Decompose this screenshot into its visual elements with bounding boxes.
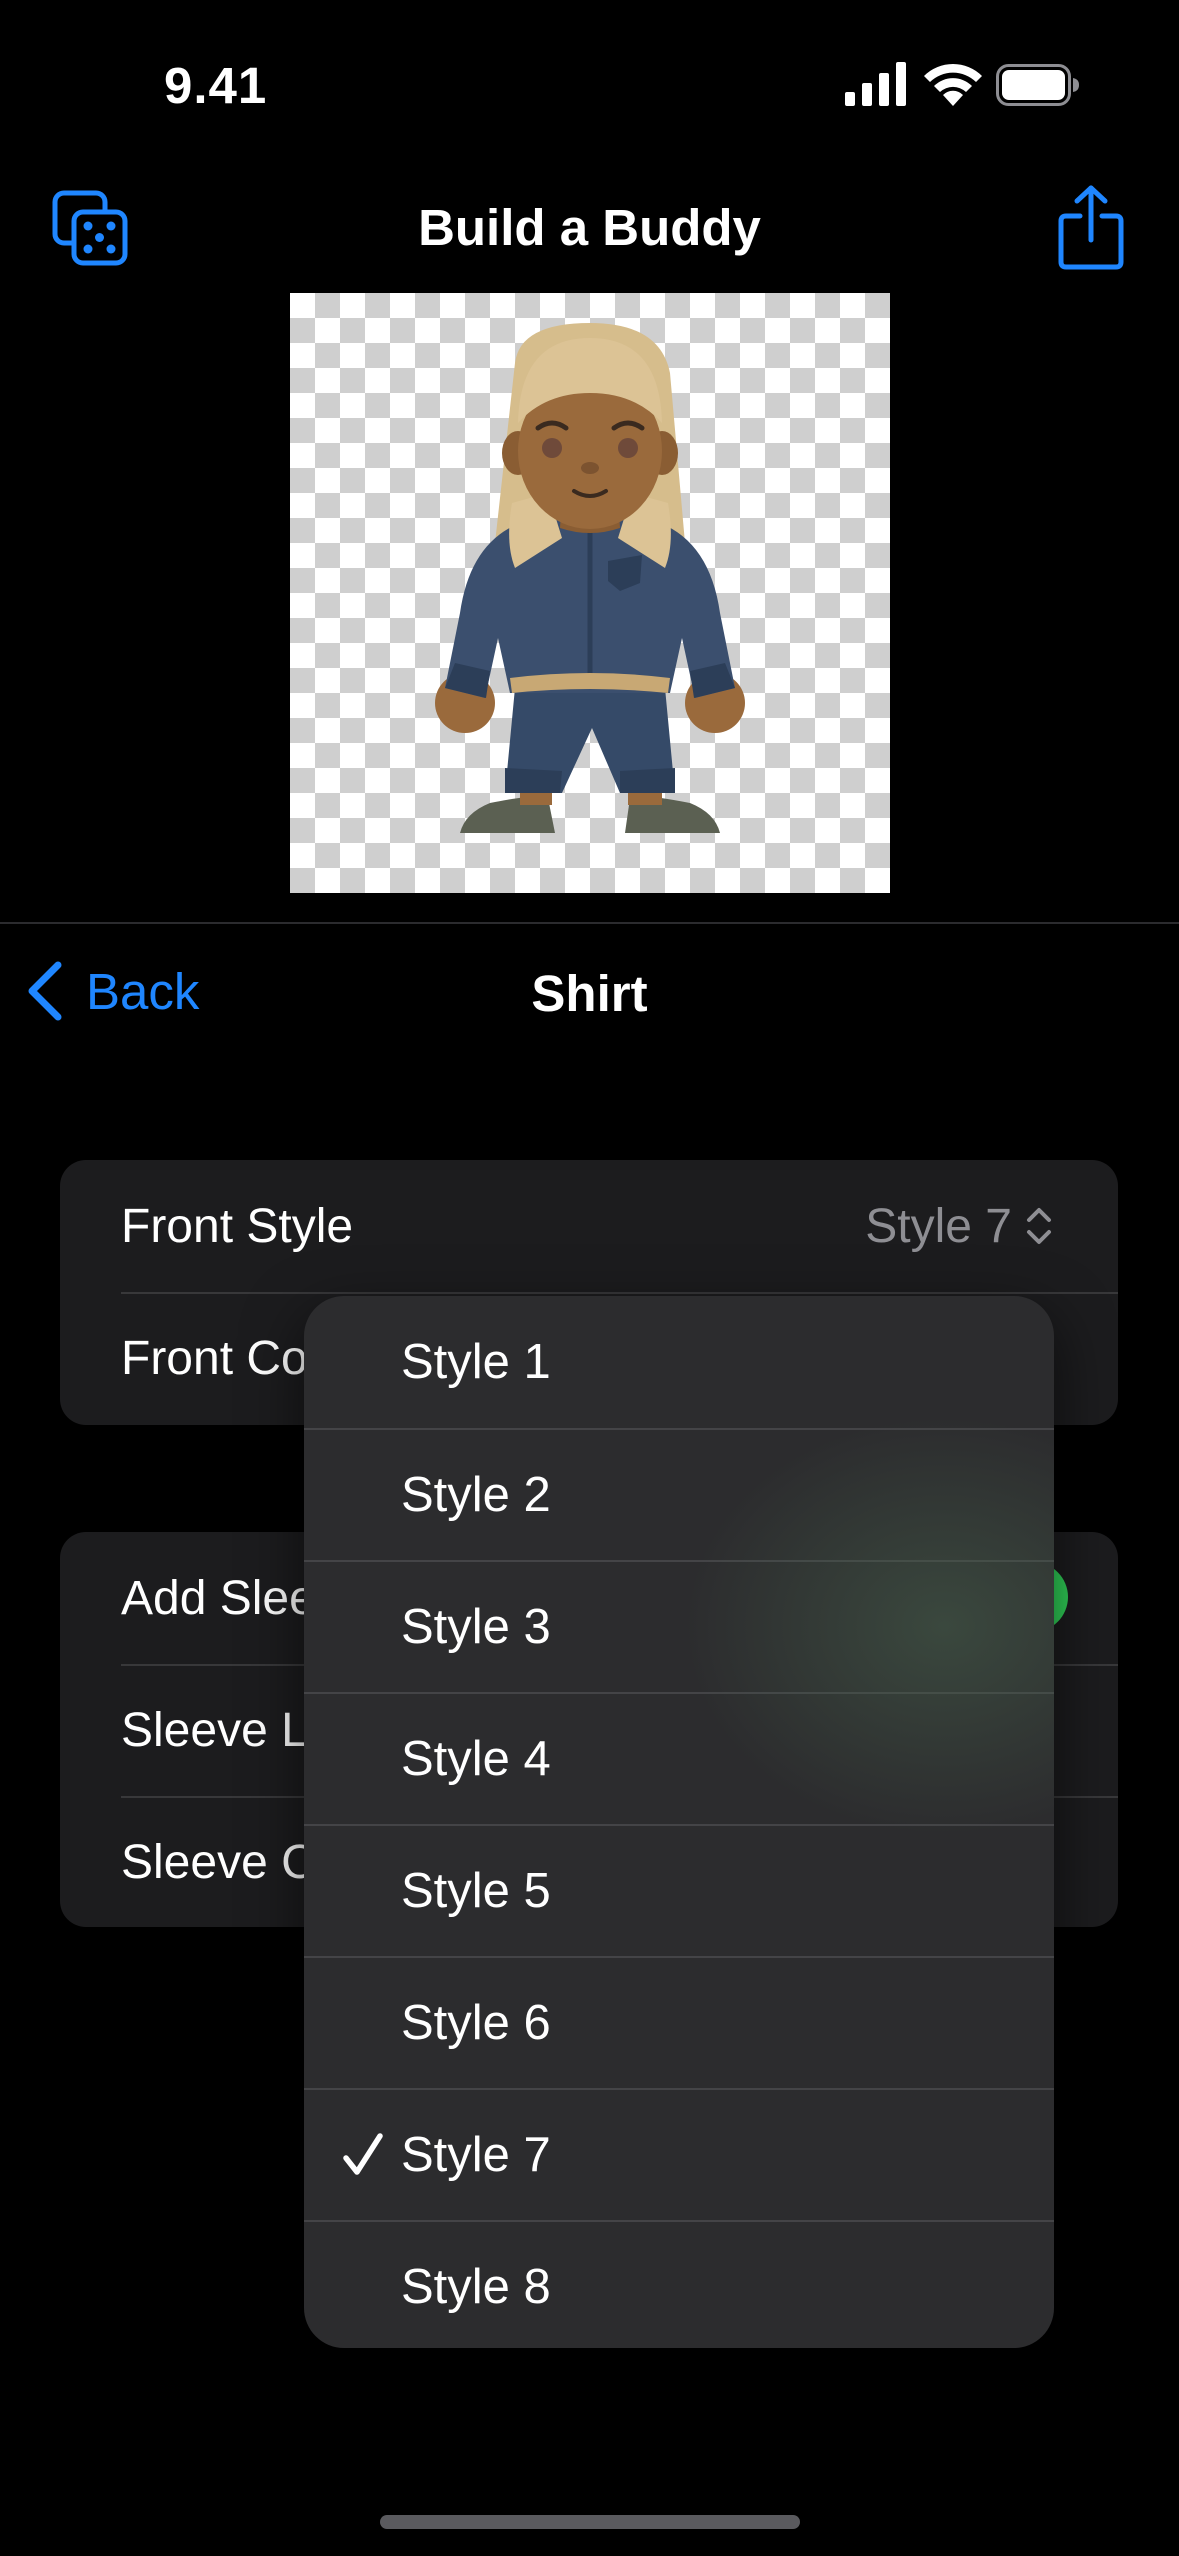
section-title: Shirt (531, 965, 648, 1022)
menu-option-label: Style 4 (401, 1732, 551, 1786)
front-style-value: Style 7 (865, 1199, 1012, 1253)
checkmark-icon (343, 2133, 383, 2175)
sub-nav-bar: Back Shirt (0, 940, 1179, 1040)
menu-option-label: Style 3 (401, 1600, 551, 1654)
menu-option-label: Style 7 (401, 2128, 551, 2182)
menu-option-label: Style 6 (401, 1996, 551, 2050)
menu-option-style-1[interactable]: Style 1 (304, 1296, 1054, 1428)
battery-icon (996, 64, 1079, 106)
home-indicator[interactable] (380, 2515, 800, 2529)
sleeve-length-label: Sleeve L (121, 1703, 308, 1757)
menu-option-label: Style 2 (401, 1468, 551, 1522)
top-nav-bar: Build a Buddy (0, 170, 1179, 290)
status-bar: 9.41 (0, 0, 1179, 160)
menu-option-label: Style 1 (401, 1335, 551, 1389)
menu-option-style-4[interactable]: Style 4 (304, 1692, 1054, 1824)
chevron-up-down-icon (1027, 1208, 1051, 1244)
menu-option-style-2[interactable]: Style 2 (304, 1428, 1054, 1560)
page-title: Build a Buddy (418, 199, 761, 256)
menu-option-label: Style 8 (401, 2260, 551, 2314)
front-style-picker[interactable]: Style 7 (865, 1160, 1054, 1292)
section-divider (0, 922, 1179, 924)
buddy-preview (290, 293, 890, 893)
menu-option-style-3[interactable]: Style 3 (304, 1560, 1054, 1692)
buddy-character-illustration (435, 323, 745, 833)
status-time: 9.41 (164, 57, 268, 114)
cellular-signal-icon (845, 62, 906, 106)
sleeve-color-label: Sleeve C (121, 1835, 316, 1889)
front-color-label: Front Co (121, 1331, 308, 1385)
menu-option-style-5[interactable]: Style 5 (304, 1824, 1054, 1956)
front-style-label: Front Style (121, 1199, 354, 1253)
menu-option-style-8[interactable]: Style 8 (304, 2220, 1054, 2348)
share-icon[interactable] (1058, 184, 1124, 270)
menu-option-style-6[interactable]: Style 6 (304, 1956, 1054, 2088)
menu-option-style-7[interactable]: Style 7 (304, 2088, 1054, 2220)
wifi-icon (924, 63, 982, 106)
front-style-row[interactable]: Front Style Style 7 (60, 1160, 1118, 1292)
menu-option-label: Style 5 (401, 1864, 551, 1918)
add-sleeves-label: Add Slee (121, 1571, 316, 1625)
front-style-menu: Style 1 Style 2 Style 3 Style 4 Style 5 … (304, 1296, 1054, 2348)
